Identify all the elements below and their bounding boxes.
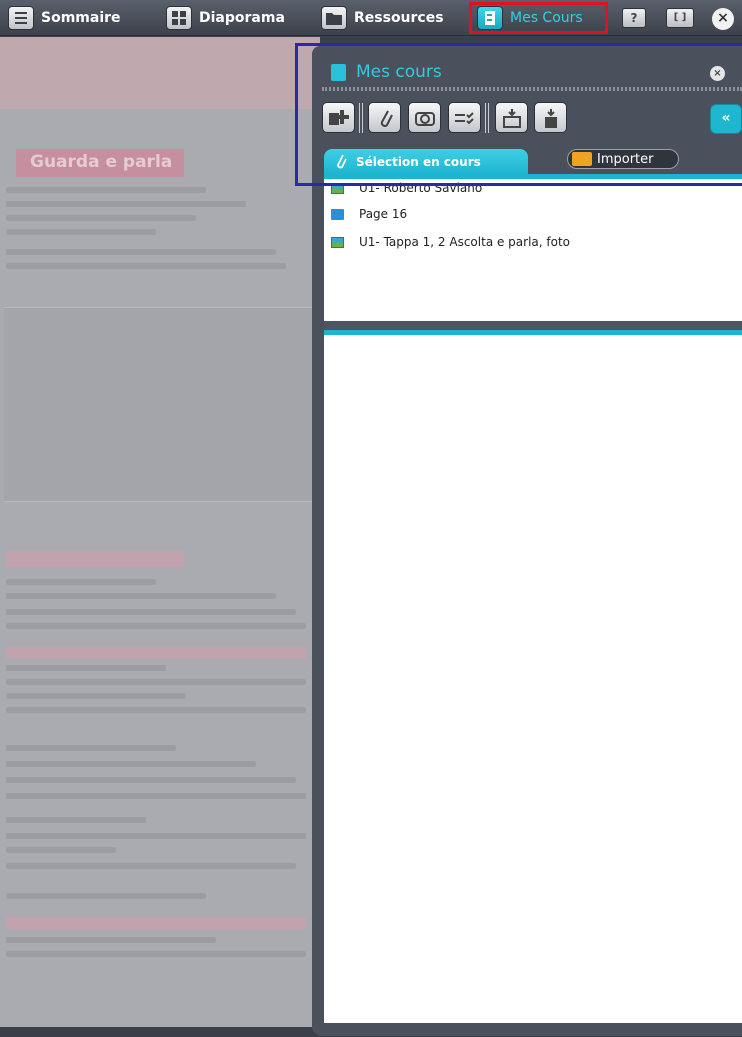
grid-icon bbox=[166, 6, 192, 30]
text-line bbox=[6, 817, 146, 823]
comic-image bbox=[4, 307, 316, 502]
preview-area bbox=[324, 335, 742, 1023]
text-line bbox=[6, 777, 296, 783]
ressources-button[interactable]: Ressources bbox=[321, 5, 444, 31]
selection-outline bbox=[295, 43, 742, 186]
text-line bbox=[6, 665, 166, 671]
text-line bbox=[6, 679, 306, 685]
text-line bbox=[6, 201, 246, 207]
mes-cours-highlight bbox=[469, 2, 608, 34]
sommaire-button[interactable]: Sommaire bbox=[8, 5, 121, 31]
text-line bbox=[6, 215, 196, 221]
background-page: Guarda e parla bbox=[0, 37, 320, 1027]
page-icon bbox=[331, 208, 344, 220]
text-line bbox=[6, 249, 276, 255]
list-icon bbox=[8, 6, 34, 30]
image-icon bbox=[331, 236, 344, 248]
text-line bbox=[6, 579, 156, 585]
text-line bbox=[6, 609, 296, 615]
close-app-button[interactable]: × bbox=[712, 8, 734, 30]
text-line bbox=[6, 863, 296, 869]
mes-cours-panel: Mes cours × « Sélection en cours Importe… bbox=[312, 46, 742, 1036]
folder-icon bbox=[321, 6, 347, 30]
list-item-label: U1- Tappa 1, 2 Ascolta e parla, foto bbox=[359, 235, 571, 249]
list-item[interactable]: Page 16 bbox=[331, 207, 407, 221]
list-item[interactable]: U1- Tappa 1, 2 Ascolta e parla, foto bbox=[331, 235, 570, 249]
text-line bbox=[6, 707, 306, 713]
text-line bbox=[6, 593, 276, 599]
fullscreen-button[interactable]: [ ] bbox=[666, 8, 694, 28]
sommaire-label: Sommaire bbox=[41, 10, 121, 26]
text-line bbox=[6, 745, 176, 751]
splitter[interactable] bbox=[324, 321, 742, 330]
text-line bbox=[6, 793, 306, 799]
exercise-bar bbox=[6, 917, 306, 929]
list-item-label: Page 16 bbox=[359, 207, 408, 221]
text-line bbox=[6, 229, 156, 235]
text-line bbox=[6, 847, 116, 853]
page-header-band bbox=[0, 37, 320, 109]
course-items-list bbox=[324, 179, 742, 321]
help-button[interactable]: ? bbox=[622, 8, 646, 28]
text-line bbox=[6, 951, 306, 957]
top-toolbar: Sommaire Diaporama Ressources Mes Cours … bbox=[0, 0, 742, 36]
exercise-bar bbox=[6, 647, 306, 659]
section-heading-bar bbox=[6, 551, 184, 567]
diaporama-label: Diaporama bbox=[199, 10, 285, 26]
text-line bbox=[6, 263, 286, 269]
text-line bbox=[6, 893, 206, 899]
text-line bbox=[6, 623, 306, 629]
text-line bbox=[6, 833, 306, 839]
ressources-label: Ressources bbox=[354, 10, 444, 26]
text-line bbox=[6, 693, 186, 699]
text-line bbox=[6, 761, 256, 767]
text-line bbox=[6, 187, 206, 193]
text-line bbox=[6, 937, 216, 943]
page-title: Guarda e parla bbox=[16, 149, 184, 177]
diaporama-button[interactable]: Diaporama bbox=[166, 5, 285, 31]
